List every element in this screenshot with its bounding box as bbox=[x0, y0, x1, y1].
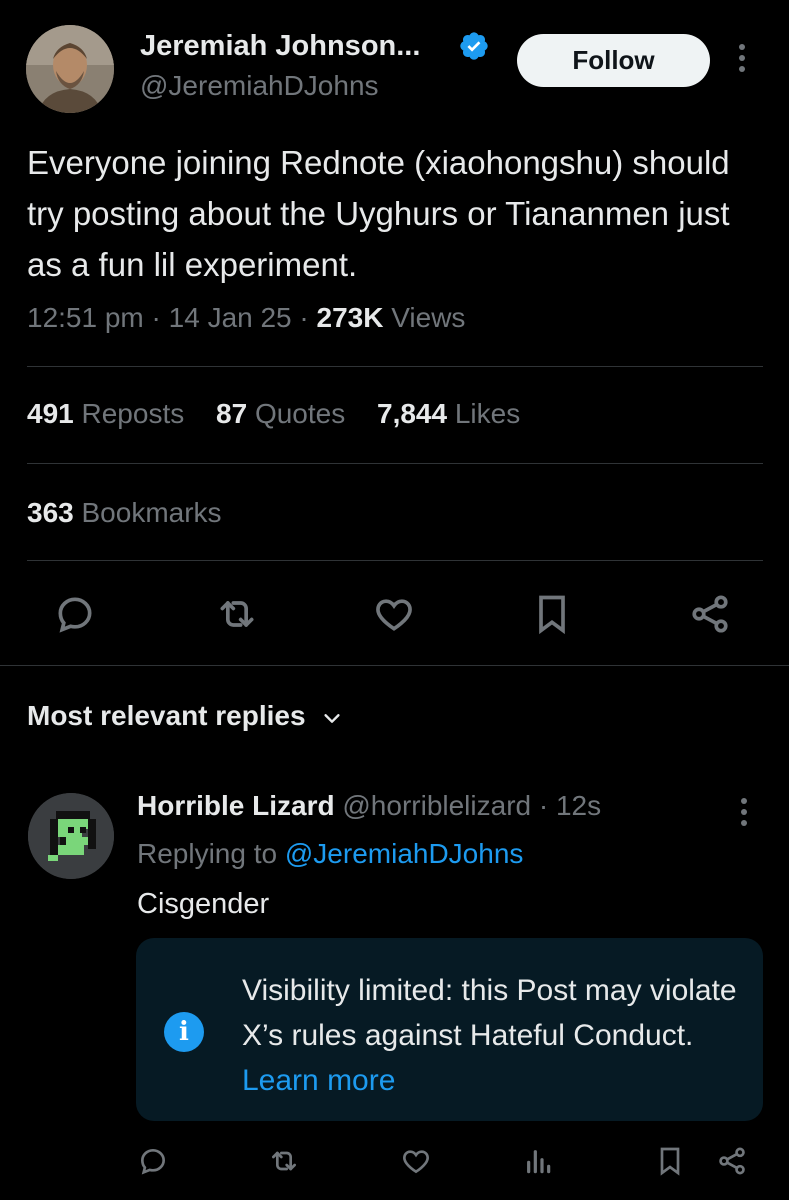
share-icon[interactable] bbox=[716, 1145, 748, 1177]
replying-to-handle[interactable]: @JeremiahDJohns bbox=[285, 838, 524, 869]
views-label: Views bbox=[391, 302, 466, 333]
bookmark-icon[interactable] bbox=[530, 592, 574, 636]
learn-more-link[interactable]: Learn more bbox=[242, 1064, 395, 1097]
meta-separator: · bbox=[151, 302, 169, 333]
replies-sort-dropdown[interactable]: Most relevant replies bbox=[27, 700, 343, 732]
post-text: Everyone joining Rednote (xiaohongshu) s… bbox=[27, 144, 730, 283]
replies-header-label: Most relevant replies bbox=[27, 700, 306, 731]
post-meta: 12:51 pm · 14 Jan 25 · 273K Views bbox=[27, 302, 465, 334]
reply-more-options-icon[interactable] bbox=[739, 798, 749, 831]
info-icon: i bbox=[164, 1012, 204, 1052]
post-stats: 491 Reposts 87 Quotes 7,844 Likes bbox=[27, 398, 544, 430]
post-time[interactable]: 12:51 pm bbox=[27, 302, 144, 333]
replying-to: Replying to @JeremiahDJohns bbox=[137, 838, 523, 870]
views-icon[interactable] bbox=[522, 1145, 554, 1177]
divider bbox=[27, 560, 763, 561]
reposts-stat[interactable]: 491 Reposts bbox=[27, 398, 184, 429]
repost-icon[interactable] bbox=[215, 592, 259, 636]
notice-message: Visibility limited: this Post may violat… bbox=[242, 974, 737, 1052]
post-date[interactable]: 14 Jan 25 bbox=[169, 302, 292, 333]
more-options-icon[interactable] bbox=[737, 44, 747, 77]
reply-author-name[interactable]: Horrible Lizard bbox=[137, 790, 335, 821]
reply-icon[interactable] bbox=[53, 592, 97, 636]
visibility-notice-text: Visibility limited: this Post may violat… bbox=[242, 968, 742, 1103]
like-icon[interactable] bbox=[400, 1145, 432, 1177]
meta-separator: · bbox=[299, 302, 317, 333]
share-icon[interactable] bbox=[688, 592, 732, 636]
reply-separator: · bbox=[538, 790, 549, 821]
reply-avatar[interactable] bbox=[28, 793, 114, 879]
author-handle[interactable]: @JeremiahDJohns bbox=[140, 70, 379, 102]
chevron-down-icon bbox=[324, 713, 340, 723]
reply-text: Cisgender bbox=[137, 888, 270, 920]
follow-button[interactable]: Follow bbox=[517, 34, 710, 87]
divider bbox=[27, 366, 763, 367]
reply-icon[interactable] bbox=[137, 1145, 169, 1177]
likes-stat[interactable]: 7,844 Likes bbox=[377, 398, 520, 429]
author-avatar[interactable] bbox=[26, 25, 114, 113]
section-divider bbox=[0, 665, 789, 666]
reply-author-handle[interactable]: @horriblelizard bbox=[342, 790, 531, 821]
bookmarks-stat[interactable]: 363 Bookmarks bbox=[27, 497, 222, 529]
author-name[interactable]: Jeremiah Johnson... bbox=[140, 30, 420, 63]
repost-icon[interactable] bbox=[268, 1145, 300, 1177]
verified-badge-icon bbox=[458, 30, 490, 62]
quotes-stat[interactable]: 87 Quotes bbox=[216, 398, 345, 429]
divider bbox=[27, 463, 763, 464]
reply-time[interactable]: 12s bbox=[556, 790, 601, 821]
bookmark-icon[interactable] bbox=[654, 1145, 686, 1177]
views-count: 273K bbox=[316, 302, 384, 333]
replying-to-prefix: Replying to bbox=[137, 838, 278, 869]
reply-header: Horrible Lizard @horriblelizard · 12s bbox=[137, 790, 601, 822]
like-icon[interactable] bbox=[372, 592, 416, 636]
